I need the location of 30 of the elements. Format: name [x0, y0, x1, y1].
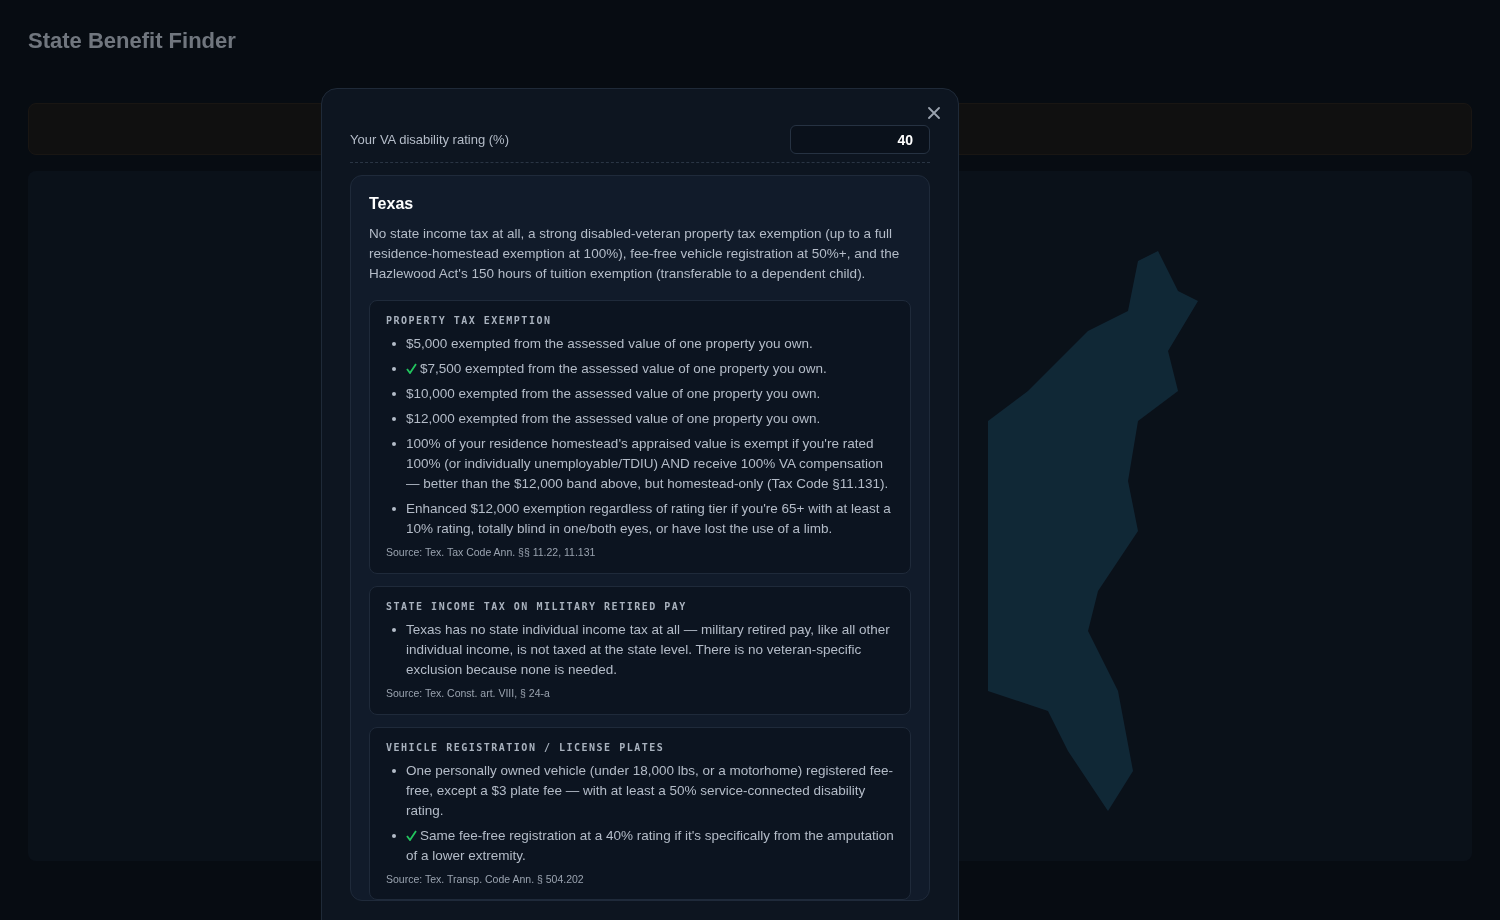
benefit-text: Enhanced $12,000 exemption regardless of rating tier if you're 65+ with at least a 10% rating, totally blind in one/both eyes, or have lost the use of a limb.	[406, 501, 891, 536]
bullet-icon	[392, 417, 396, 421]
bullet-icon	[392, 342, 396, 346]
benefit-text: 100% of your residence homestead's appraised value is exempt if you're rated 100% (or individually unemployable/TDIU) AND receive 100% VA compensation — better than the $12,000 band above, but homestead-only (Tax Code §11.131).	[406, 436, 889, 491]
bullet-icon	[392, 768, 396, 773]
section-heading: PROPERTY TAX EXEMPTION	[386, 314, 553, 328]
bullet-icon	[392, 442, 396, 446]
rating-label: Your VA disability rating (%)	[350, 130, 509, 149]
page-title: State Benefit Finder	[28, 27, 236, 55]
benefit-text: Texas has no state individual income tax at all — military retired pay, like all other individual income, is not taxed at the state level. There is no veteran-specific exclusion because none is needed.	[406, 621, 890, 677]
benefit-text: $12,000 exempted from the assessed value of one property you own.	[406, 411, 821, 426]
state-title: Texas	[369, 194, 415, 214]
bullet-icon	[392, 367, 396, 371]
bullet-icon	[392, 833, 396, 838]
bullet-icon	[392, 507, 396, 511]
close-icon	[928, 107, 940, 119]
benefit-text: One personally owned vehicle (under 18,000 lbs, or a motorhome) registered fee-free, except a $3 plate fee — with at least a 50% service-connected disability rating.	[406, 762, 893, 818]
source-note: Source: Tex. Transp. Code Ann. § 504.202	[386, 871, 585, 887]
source-note: Source: Tex. Const. art. VIII, § 24-a	[386, 685, 551, 701]
bullet-icon	[392, 627, 396, 632]
rating-input[interactable]: 40	[790, 125, 930, 154]
bullet-icon	[392, 392, 396, 396]
benefit-text: $5,000 exempted from the assessed value of one property you own.	[406, 336, 813, 351]
section-heading: STATE INCOME TAX ON MILITARY RETIRED PAY	[386, 599, 688, 614]
benefit-text: $7,500 exempted from the assessed value of one property you own.	[420, 361, 827, 376]
benefit-text: Same fee-free registration at a 40% rating if it's specifically from the amputation of a lower extremity.	[406, 827, 894, 863]
section-heading: VEHICLE REGISTRATION / LICENSE PLATES	[386, 740, 666, 755]
benefit-text: $10,000 exempted from the assessed value of one property you own.	[406, 386, 821, 401]
state-summary: No state income tax at all, a strong disabled-veteran property tax exemption (up to a full residence-homestead exemption at 100%), fee-free vehicle registration at 50%+, and the Hazlewood Act's 150 hours of tuition exemption (transferable to a dependent child).	[369, 225, 901, 283]
source-note: Source: Tex. Tax Code Ann. §§ 11.22, 11.131	[386, 545, 597, 560]
